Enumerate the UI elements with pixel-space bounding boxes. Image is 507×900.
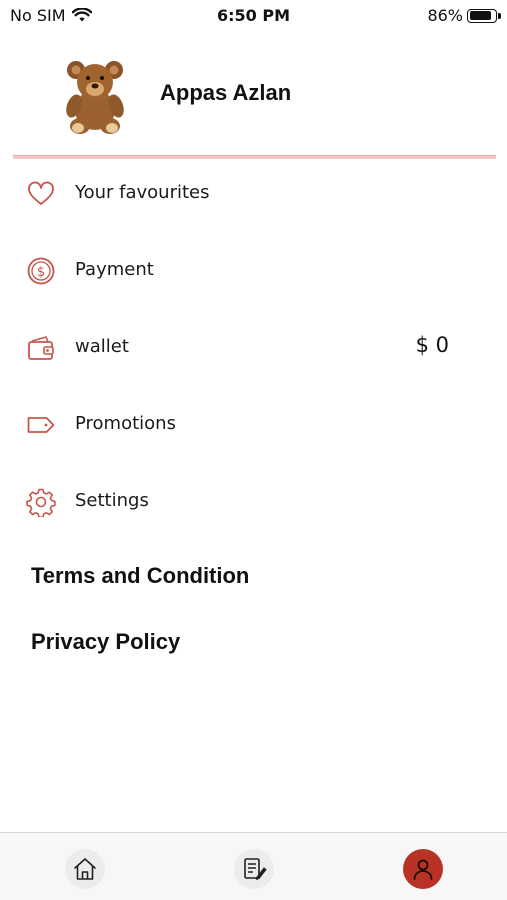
battery-level	[469, 11, 491, 20]
tab-orders[interactable]	[234, 849, 274, 889]
menu-item-promotions[interactable]: Promotions	[0, 397, 507, 453]
menu-label-promotions: Promotions	[75, 413, 176, 434]
status-bar: No SIM 6:50 PM 86%	[0, 0, 507, 32]
menu-label-settings: Settings	[75, 490, 149, 511]
wallet-icon	[28, 336, 54, 360]
battery-percent: 86%	[427, 6, 463, 25]
dollar-coin-icon: $	[27, 257, 55, 285]
document-edit-icon	[244, 858, 267, 881]
tag-icon	[27, 417, 55, 433]
status-right: 86%	[427, 6, 501, 25]
menu-label-payment: Payment	[75, 259, 154, 280]
heart-icon	[28, 181, 54, 205]
header-divider	[13, 155, 496, 159]
svg-text:$: $	[37, 265, 45, 280]
menu-item-settings[interactable]: Settings	[0, 474, 507, 530]
privacy-policy-link[interactable]: Privacy Policy	[31, 629, 180, 655]
menu-item-wallet[interactable]: wallet $ 0	[0, 320, 507, 376]
user-icon	[413, 859, 433, 880]
profile-header: Appas Azlan	[0, 52, 507, 142]
bottom-tab-bar	[0, 832, 507, 900]
tab-home[interactable]	[65, 849, 105, 889]
battery-cap	[498, 12, 501, 19]
wallet-balance: $ 0	[415, 333, 449, 357]
home-icon	[74, 858, 96, 880]
gear-icon	[26, 488, 56, 517]
menu-label-wallet: wallet	[75, 336, 129, 357]
menu-label-favourites: Your favourites	[75, 182, 210, 203]
teddy-bear-avatar[interactable]	[60, 54, 130, 136]
terms-and-condition-link[interactable]: Terms and Condition	[31, 563, 249, 589]
menu-item-favourites[interactable]: Your favourites	[0, 166, 507, 222]
battery-icon	[467, 8, 501, 23]
menu-item-payment[interactable]: $ Payment	[0, 243, 507, 299]
profile-name: Appas Azlan	[160, 80, 292, 105]
tab-profile[interactable]	[403, 849, 443, 889]
